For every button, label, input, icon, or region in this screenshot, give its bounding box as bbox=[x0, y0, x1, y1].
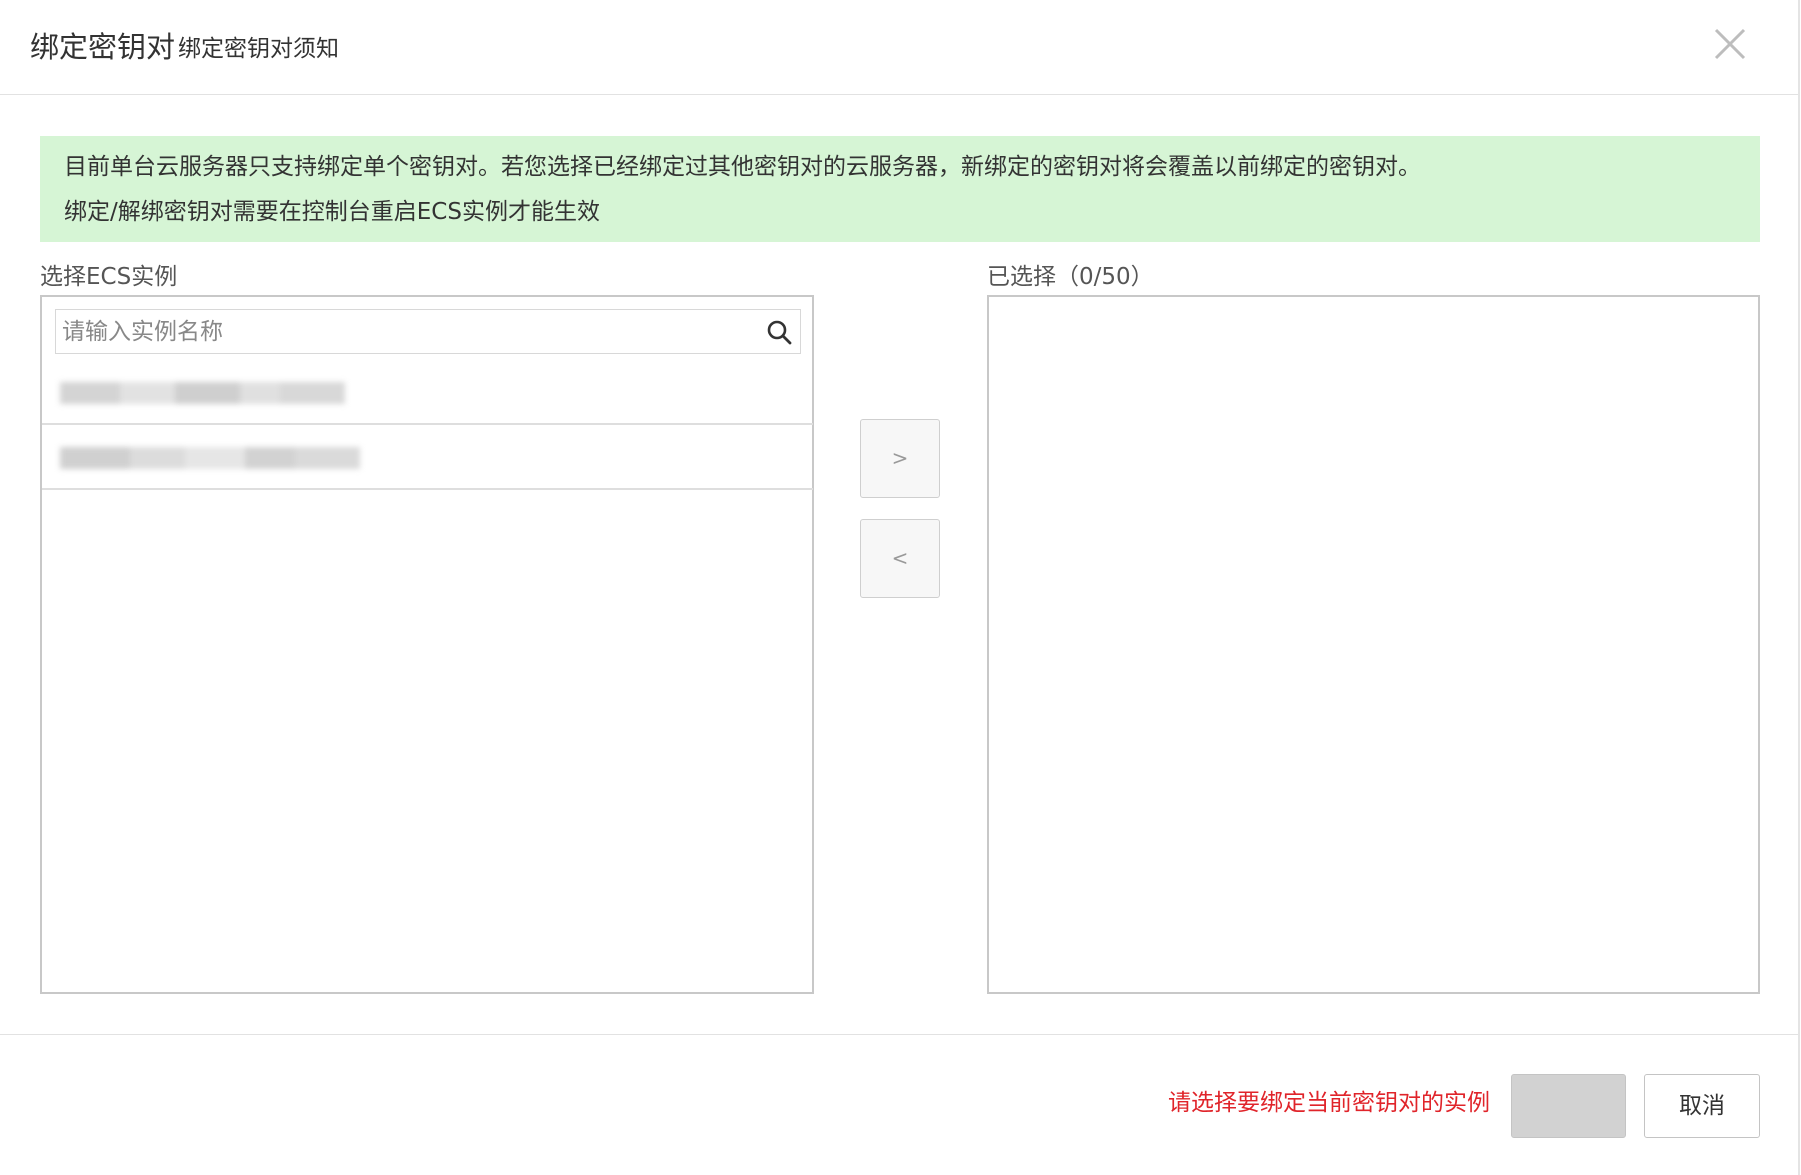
notice-line-2: 绑定/解绑密钥对需要在控制台重启ECS实例才能生效 bbox=[64, 199, 600, 225]
notice-banner: 目前单台云服务器只支持绑定单个密钥对。若您选择已经绑定过其他密钥对的云服务器，新… bbox=[40, 136, 1760, 242]
dialog-scrollbar-edge bbox=[1798, 0, 1800, 1175]
close-button[interactable] bbox=[1708, 22, 1752, 66]
close-icon bbox=[1714, 28, 1746, 60]
instance-list-item[interactable] bbox=[42, 425, 813, 490]
search-icon[interactable] bbox=[766, 319, 792, 345]
cancel-button[interactable]: 取消 bbox=[1644, 1074, 1760, 1138]
validation-error-message: 请选择要绑定当前密钥对的实例 bbox=[1168, 1090, 1490, 1116]
notice-line-1: 目前单台云服务器只支持绑定单个密钥对。若您选择已经绑定过其他密钥对的云服务器，新… bbox=[64, 154, 1421, 180]
source-list-panel bbox=[40, 295, 814, 994]
move-right-button[interactable]: > bbox=[860, 419, 940, 498]
move-left-button[interactable]: < bbox=[860, 519, 940, 598]
instance-search-input[interactable] bbox=[56, 310, 746, 353]
search-box bbox=[55, 309, 801, 354]
selected-list-panel bbox=[987, 295, 1760, 994]
instance-list-item[interactable] bbox=[42, 360, 813, 425]
dialog-title: 绑定密钥对 bbox=[30, 30, 176, 64]
redacted-instance-name bbox=[60, 380, 345, 406]
confirm-button[interactable] bbox=[1511, 1074, 1626, 1138]
redacted-instance-name bbox=[60, 445, 360, 471]
bind-keypair-dialog: 绑定密钥对 绑定密钥对须知 目前单台云服务器只支持绑定单个密钥对。若您选择已经绑… bbox=[0, 0, 1801, 1175]
source-panel-label: 选择ECS实例 bbox=[40, 264, 178, 290]
dialog-header: 绑定密钥对 绑定密钥对须知 bbox=[0, 0, 1798, 95]
dialog-subtitle-link[interactable]: 绑定密钥对须知 bbox=[178, 32, 339, 66]
footer-divider bbox=[0, 1034, 1798, 1035]
selected-panel-label: 已选择（0/50） bbox=[987, 264, 1154, 290]
